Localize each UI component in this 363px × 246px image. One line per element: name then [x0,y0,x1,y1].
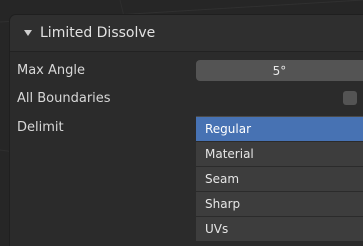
max-angle-label: Max Angle [17,63,86,78]
max-angle-value: 5° [272,63,287,78]
delimit-option-material[interactable]: Material [196,142,363,167]
delimit-label: Delimit [17,120,64,135]
collapse-arrow-icon[interactable] [24,30,32,36]
delimit-option-seam[interactable]: Seam [196,167,363,192]
delimit-option-sharp[interactable]: Sharp [196,192,363,217]
all-boundaries-checkbox[interactable] [343,91,357,105]
delimit-dropdown-menu: Regular Material Seam Sharp UVs [196,116,363,242]
max-angle-field[interactable]: 5° [196,60,363,81]
panel-title: Limited Dissolve [40,25,156,41]
panel-header[interactable]: Limited Dissolve [10,15,363,52]
delimit-option-uvs[interactable]: UVs [196,217,363,242]
delimit-option-regular[interactable]: Regular [196,117,363,142]
all-boundaries-label: All Boundaries [17,91,111,106]
